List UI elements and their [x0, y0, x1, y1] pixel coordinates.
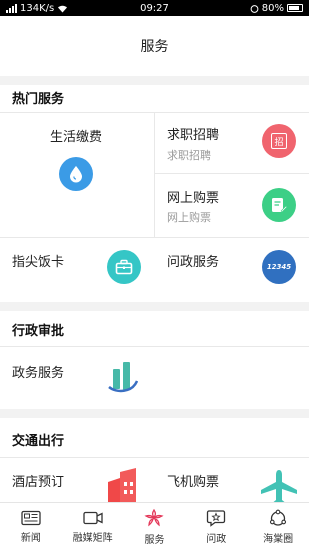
divider: [0, 302, 309, 311]
section-title-traffic: 交通出行: [12, 434, 65, 449]
service-gov-service[interactable]: 政务服务: [0, 347, 154, 409]
airplane-icon: [261, 470, 297, 502]
service-label: 指尖饭卡: [12, 255, 65, 270]
service-life-pay[interactable]: 生活缴费: [0, 112, 154, 237]
tab-news[interactable]: 新闻: [0, 503, 62, 550]
service-label: 生活缴费: [50, 130, 103, 145]
battery-icon: [287, 4, 303, 12]
service-label: 飞机购票: [167, 475, 220, 490]
tab-gov-ask[interactable]: 问政: [185, 503, 247, 550]
service-flight[interactable]: 飞机购票: [155, 458, 309, 502]
recruit-icon: 招: [262, 124, 296, 158]
tab-label: 融媒矩阵: [72, 532, 113, 544]
signal-icon: [6, 3, 17, 13]
status-bar: 134K/s 09:27 80%: [0, 0, 309, 16]
page-title: 服务: [140, 39, 169, 55]
service-sublabel: 网上购票: [167, 211, 211, 224]
divider: [0, 409, 309, 418]
flower-icon: [144, 508, 165, 526]
service-sublabel: 求职招聘: [167, 149, 211, 162]
battery-percent: 80%: [261, 2, 284, 14]
wifi-icon: [58, 5, 68, 12]
app-header: 服务: [0, 16, 309, 76]
tab-media-matrix[interactable]: 融媒矩阵: [62, 503, 124, 550]
service-label: 政务服务: [12, 366, 65, 381]
recruit-glyph: 招: [271, 133, 287, 149]
hotline-12345-icon: 12345: [262, 250, 296, 284]
network-speed: 134K/s: [20, 2, 55, 14]
ticket-edit-icon: [262, 188, 296, 222]
tab-label: 服务: [144, 534, 165, 546]
status-time: 09:27: [140, 2, 169, 14]
gov-building-icon: [108, 362, 138, 393]
bottom-tab-bar: 新闻 融媒矩阵 服务 问政 海棠圈: [0, 502, 309, 550]
circle-dots-icon: [270, 509, 287, 526]
service-label: 求职招聘: [167, 128, 220, 143]
service-hotel[interactable]: 酒店预订: [0, 458, 154, 502]
hotel-building-icon: [108, 468, 136, 502]
chat-star-icon: [207, 509, 226, 527]
divider: [0, 76, 309, 85]
water-drop-icon: [59, 157, 93, 191]
service-label: 酒店预订: [12, 475, 65, 490]
service-label: 网上购票: [167, 191, 220, 206]
service-job[interactable]: 求职招聘 求职招聘 招: [155, 112, 309, 173]
tab-label: 问政: [206, 533, 227, 545]
tab-label: 海棠圈: [263, 533, 294, 545]
alarm-icon: [250, 4, 259, 13]
service-ticket[interactable]: 网上购票 网上购票: [155, 174, 309, 237]
section-title-admin: 行政审批: [12, 324, 65, 339]
service-food-card[interactable]: 指尖饭卡: [0, 238, 154, 302]
service-label: 问政服务: [167, 255, 220, 270]
tab-community[interactable]: 海棠圈: [247, 503, 309, 550]
news-icon: [21, 510, 41, 525]
tab-label: 新闻: [20, 532, 41, 544]
hotline-glyph: 12345: [266, 263, 292, 271]
briefcase-icon: [107, 250, 141, 284]
service-gov-ask[interactable]: 问政服务 12345: [155, 238, 309, 302]
video-icon: [83, 511, 103, 524]
tab-services[interactable]: 服务: [124, 503, 186, 550]
section-title-hot: 热门服务: [12, 92, 65, 107]
